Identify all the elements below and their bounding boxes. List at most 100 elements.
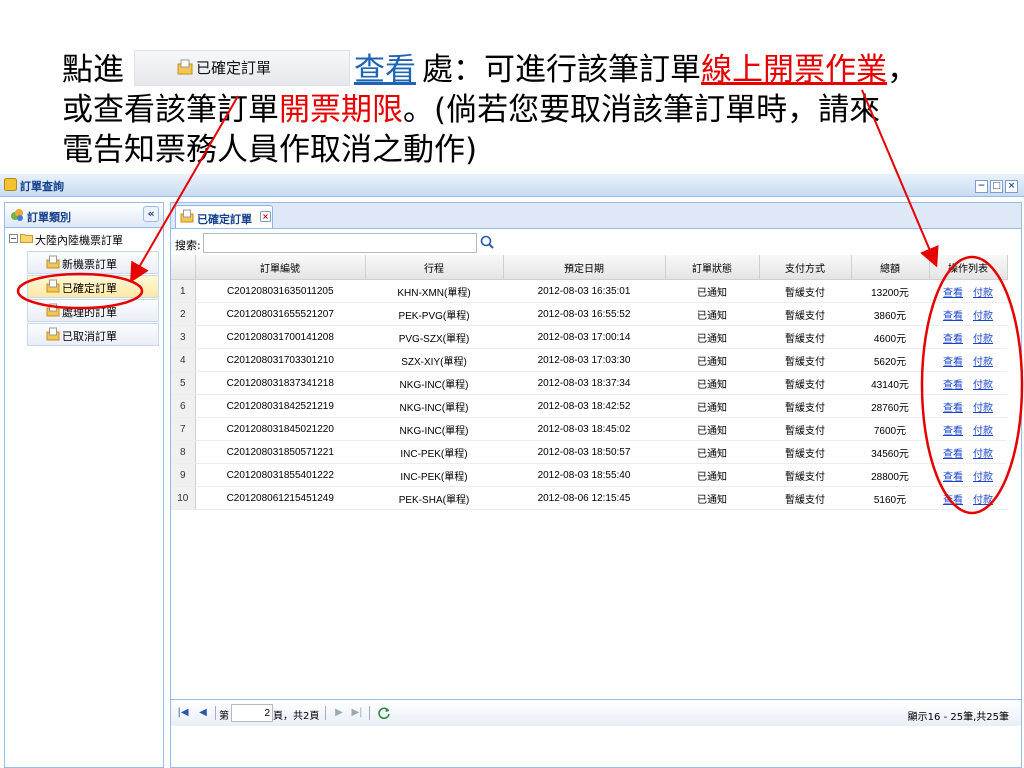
table-row[interactable]: 1 C201208031635011205 KHN-XMN(單程) 2012-08-0…: [171, 279, 1007, 303]
view-order-link[interactable]: 查看: [943, 449, 963, 460]
table-row[interactable]: 4 C201208031703301210 SZX-XIY(單程) 2012-08-0…: [171, 348, 1007, 372]
collapse-panel-button[interactable]: «: [143, 206, 159, 222]
page-prefix: 第: [219, 711, 229, 722]
prev-page-icon[interactable]: ◀: [197, 707, 209, 719]
actions-cell: 查看 付款: [929, 348, 1007, 372]
search-icon[interactable]: [479, 233, 495, 251]
order-number-cell: C201208031855401222: [195, 463, 365, 487]
view-order-link[interactable]: 查看: [943, 495, 963, 506]
booking-date-cell: 2012-08-03 16:35:01: [503, 279, 665, 303]
row-number-cell: 1: [171, 279, 196, 303]
table-header-row: 訂單編號 行程 預定日期 訂單狀態 支付方式 總額 操作列表: [171, 255, 1008, 280]
pay-order-link[interactable]: 付款: [973, 472, 993, 483]
actions-cell: 查看 付款: [929, 279, 1007, 303]
view-order-link[interactable]: 查看: [943, 311, 963, 322]
close-icon[interactable]: ×: [1005, 180, 1018, 193]
sidebar-item-cancelled-orders[interactable]: 已取消訂單: [27, 323, 159, 346]
order-status-cell: 已通知: [665, 348, 759, 372]
payment-method-cell: 暫緩支付: [759, 325, 851, 349]
view-order-link[interactable]: 查看: [943, 288, 963, 299]
instruction-mid: 處：可進行該筆訂單: [422, 52, 701, 88]
pay-order-link[interactable]: 付款: [973, 426, 993, 437]
tab-strip: 已確定訂單 ×: [171, 203, 1021, 229]
itinerary-cell: PEK-PVG(單程): [365, 302, 503, 326]
table-row[interactable]: 2 C201208031655521207 PEK-PVG(單程) 2012-08-0…: [171, 302, 1007, 326]
total-cell: 43140元: [851, 371, 929, 395]
table-row[interactable]: 3 C201208031700141208 PVG-SZX(單程) 2012-08-0…: [171, 325, 1007, 349]
table-row[interactable]: 9 C201208031855401222 INC-PEK(單程) 2012-08-0…: [171, 463, 1007, 487]
first-page-icon[interactable]: |◀: [177, 707, 189, 719]
view-order-link[interactable]: 查看: [943, 380, 963, 391]
sidebar-item-processing-orders[interactable]: 處理的訂單: [27, 299, 159, 322]
pay-order-link[interactable]: 付款: [973, 311, 993, 322]
tree-collapse-icon[interactable]: −: [9, 234, 18, 243]
paging-display-info: 顯示16 - 25筆,共25筆: [907, 712, 1009, 723]
order-number-cell: C201208031845021220: [195, 417, 365, 441]
tree-root-node[interactable]: − 大陸內陸機票訂單: [5, 228, 163, 250]
orders-grid: 訂單編號 行程 預定日期 訂單狀態 支付方式 總額 操作列表 1 C2012080…: [171, 255, 1021, 510]
booking-date-cell: 2012-08-03 18:45:02: [503, 417, 665, 441]
itinerary-cell: NKG-INC(單程): [365, 394, 503, 418]
booking-date-cell: 2012-08-03 18:55:40: [503, 463, 665, 487]
pay-order-link[interactable]: 付款: [973, 380, 993, 391]
actions-cell: 查看 付款: [929, 440, 1007, 464]
column-header-order-number[interactable]: 訂單編號: [195, 255, 366, 280]
table-row[interactable]: 7 C201208031845021220 NKG-INC(單程) 2012-08-0…: [171, 417, 1007, 441]
pay-order-link[interactable]: 付款: [973, 357, 993, 368]
instruction-line-3: 電告知票務人員作取消之動作): [62, 132, 478, 168]
column-header-booking-date[interactable]: 預定日期: [503, 255, 666, 280]
table-row[interactable]: 6 C201208031842521219 NKG-INC(單程) 2012-08-0…: [171, 394, 1007, 418]
minimize-icon[interactable]: −: [975, 180, 988, 193]
order-number-cell: C201208031635011205: [195, 279, 365, 303]
sidebar-item-new-orders[interactable]: 新機票訂單: [27, 251, 159, 274]
column-header-payment-method[interactable]: 支付方式: [759, 255, 852, 280]
instruction-ticket-deadline: 開票期限: [279, 92, 403, 128]
payment-method-cell: 暫緩支付: [759, 486, 851, 510]
column-header-rownum: [171, 255, 196, 280]
row-number-cell: 2: [171, 302, 196, 326]
tab-confirmed-orders[interactable]: 已確定訂單 ×: [175, 205, 273, 228]
payment-method-cell: 暫緩支付: [759, 417, 851, 441]
itinerary-cell: INC-PEK(單程): [365, 440, 503, 464]
pay-order-link[interactable]: 付款: [973, 449, 993, 460]
table-row[interactable]: 10 C201208061215451249 PEK-SHA(單程) 2012-08-…: [171, 486, 1007, 510]
folder-icon: [177, 59, 193, 74]
payment-method-cell: 暫緩支付: [759, 302, 851, 326]
pay-order-link[interactable]: 付款: [973, 403, 993, 414]
payment-method-cell: 暫緩支付: [759, 440, 851, 464]
view-order-link[interactable]: 查看: [943, 334, 963, 345]
pay-order-link[interactable]: 付款: [973, 288, 993, 299]
page-number-input[interactable]: [231, 704, 273, 722]
column-header-total[interactable]: 總額: [851, 255, 930, 280]
last-page-icon[interactable]: ▶|: [351, 707, 363, 719]
view-order-link[interactable]: 查看: [943, 426, 963, 437]
column-header-actions: 操作列表: [929, 255, 1008, 280]
total-cell: 3860元: [851, 302, 929, 326]
pay-order-link[interactable]: 付款: [973, 495, 993, 506]
refresh-icon[interactable]: [377, 706, 391, 720]
next-page-icon[interactable]: ▶: [333, 707, 345, 719]
row-number-cell: 8: [171, 440, 196, 464]
column-header-order-status[interactable]: 訂單狀態: [665, 255, 760, 280]
total-cell: 13200元: [851, 279, 929, 303]
view-order-link[interactable]: 查看: [943, 403, 963, 414]
actions-cell: 查看 付款: [929, 371, 1007, 395]
order-number-cell: C201208031655521207: [195, 302, 365, 326]
total-cell: 28760元: [851, 394, 929, 418]
tab-close-icon[interactable]: ×: [260, 211, 271, 222]
maximize-icon[interactable]: □: [990, 180, 1003, 193]
table-row[interactable]: 5 C201208031837341218 NKG-INC(單程) 2012-08-0…: [171, 371, 1007, 395]
main-panel: 已確定訂單 × 搜索: 訂單編號 行程 預定日期 訂單狀態 支付方式 總額 操作…: [170, 202, 1022, 768]
view-order-link[interactable]: 查看: [943, 472, 963, 483]
sidebar-item-confirmed-orders[interactable]: 已確定訂單: [27, 275, 159, 298]
search-label: 搜索:: [175, 239, 201, 252]
view-order-link[interactable]: 查看: [943, 357, 963, 368]
column-header-itinerary[interactable]: 行程: [365, 255, 504, 280]
pay-order-link[interactable]: 付款: [973, 334, 993, 345]
order-number-cell: C201208031837341218: [195, 371, 365, 395]
window-app-icon: [4, 178, 17, 191]
search-input[interactable]: [203, 233, 477, 253]
instruction-line-2-prefix: 或查看該筆訂單: [62, 92, 279, 128]
table-row[interactable]: 8 C201208031850571221 INC-PEK(單程) 2012-08-0…: [171, 440, 1007, 464]
booking-date-cell: 2012-08-03 18:42:52: [503, 394, 665, 418]
